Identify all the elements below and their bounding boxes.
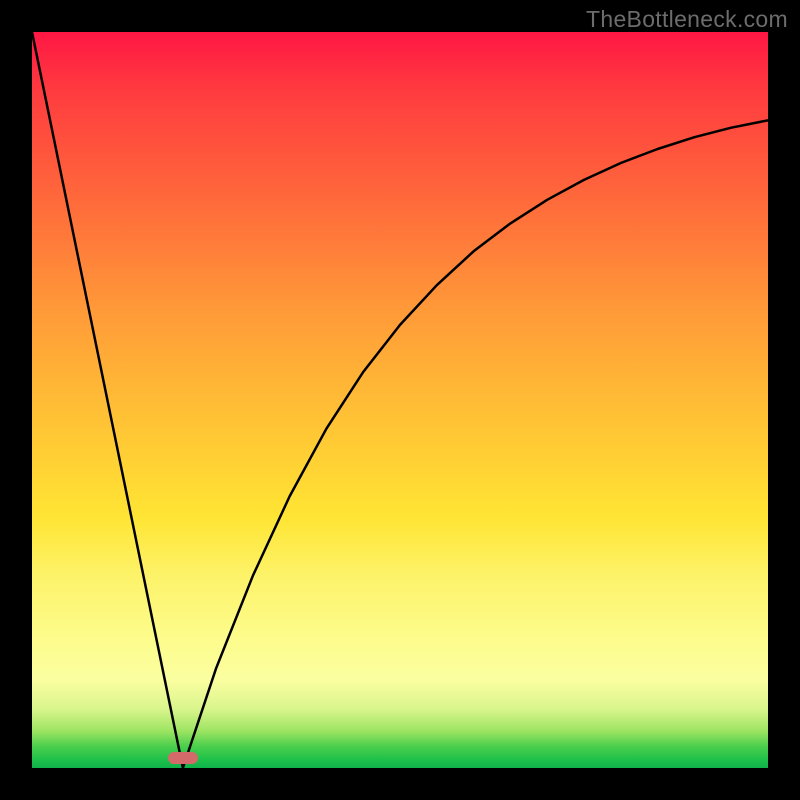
- chart-frame: TheBottleneck.com: [0, 0, 800, 800]
- curve-svg: [32, 32, 768, 768]
- plot-area: [32, 32, 768, 768]
- optimum-marker: [168, 752, 198, 764]
- watermark-text: TheBottleneck.com: [586, 6, 788, 33]
- bottleneck-curve-path: [32, 32, 768, 768]
